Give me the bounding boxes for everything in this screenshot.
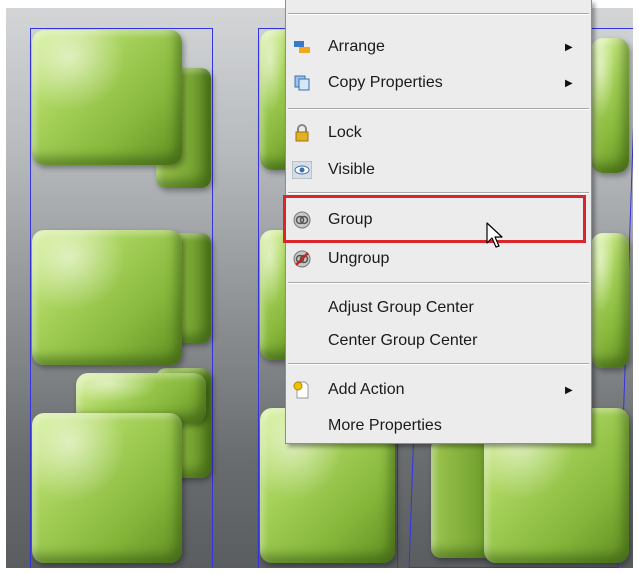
- submenu-arrow-icon: ▶: [565, 41, 573, 53]
- submenu-arrow-icon: ▶: [565, 384, 573, 396]
- menu-item-add-action[interactable]: Add Action ▶: [286, 374, 591, 406]
- cube[interactable]: [591, 233, 629, 368]
- mouse-cursor-icon: [486, 222, 508, 255]
- menu-item-lock[interactable]: Lock: [286, 117, 591, 149]
- menu-item-label: Visible: [328, 161, 375, 178]
- menu-item-label: Adjust Group Center: [328, 299, 474, 316]
- menu-item-more-properties[interactable]: More Properties: [286, 410, 591, 442]
- menu-separator: [288, 13, 589, 15]
- ungroup-icon: [292, 249, 312, 269]
- menu-item-visible[interactable]: Visible: [286, 154, 591, 186]
- cube[interactable]: [32, 413, 182, 563]
- cube[interactable]: [32, 30, 182, 165]
- menu-item-copy-properties[interactable]: Copy Properties ▶: [286, 67, 591, 99]
- menu-separator: [288, 108, 589, 110]
- copy-properties-icon: [292, 73, 312, 93]
- menu-separator: [288, 192, 589, 194]
- menu-item-label: Center Group Center: [328, 332, 478, 349]
- arrange-icon: [292, 37, 312, 57]
- menu-item-label: Copy Properties: [328, 74, 443, 91]
- menu-item-label: Lock: [328, 124, 362, 141]
- menu-item-arrange[interactable]: Arrange ▶: [286, 31, 591, 63]
- menu-item-label: Ungroup: [328, 250, 390, 267]
- eye-icon: [292, 160, 312, 180]
- group-highlight-box: [283, 195, 586, 243]
- menu-separator: [288, 363, 589, 365]
- menu-item-label: More Properties: [328, 417, 442, 434]
- add-action-icon: [292, 380, 312, 400]
- menu-item-center-group-center[interactable]: Center Group Center: [286, 325, 591, 357]
- cube[interactable]: [32, 230, 182, 365]
- menu-item-label: Add Action: [328, 381, 405, 398]
- menu-separator: [288, 282, 589, 284]
- menu-item-adjust-group-center[interactable]: Adjust Group Center: [286, 292, 591, 324]
- menu-item-label: Arrange: [328, 38, 385, 55]
- cube[interactable]: [591, 38, 629, 173]
- submenu-arrow-icon: ▶: [565, 77, 573, 89]
- lock-icon: [292, 123, 312, 143]
- menu-item-ungroup[interactable]: Ungroup: [286, 243, 591, 275]
